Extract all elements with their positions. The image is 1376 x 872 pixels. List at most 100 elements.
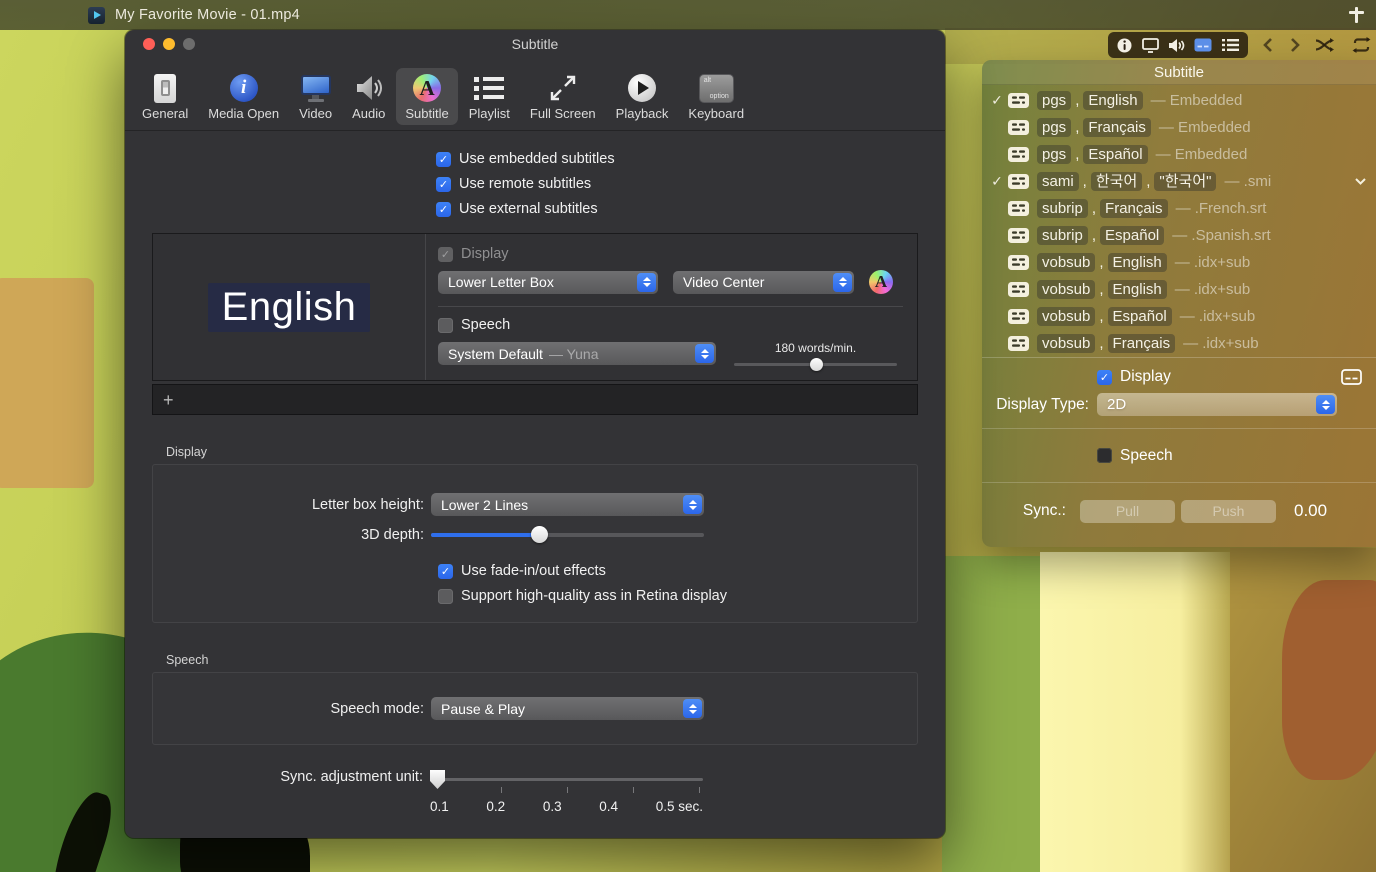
subtitle-track-icon	[1008, 120, 1029, 135]
info-circle-icon: i	[229, 73, 258, 103]
subtitle-track-row[interactable]: vobsub, English — .idx+sub	[982, 276, 1376, 303]
stepper-icon	[1316, 395, 1335, 414]
video-titlebar[interactable]: My Favorite Movie - 01.mp4	[0, 0, 1376, 30]
subtitle-track-row[interactable]: ✓ pgs, English — Embedded	[982, 87, 1376, 114]
rainbow-a-icon: A	[413, 73, 442, 103]
toolbar-item-subtitle[interactable]: A Subtitle	[396, 68, 458, 125]
track-source: — .idx+sub	[1174, 281, 1251, 298]
toolbar-item-general[interactable]: General	[133, 68, 197, 125]
toolbar-item-media-open[interactable]: i Media Open	[199, 68, 288, 125]
preview-speech-checkbox[interactable]: Speech	[438, 317, 903, 333]
checkbox-unchecked-icon	[438, 317, 453, 333]
prefs-toolbar: General i Media Open Video Audio A Subti…	[125, 58, 945, 131]
checkbox-checked-icon: ✓	[436, 151, 451, 167]
switch-icon	[154, 73, 177, 103]
font-panel-icon[interactable]: A	[869, 270, 893, 294]
subtitle-track-icon	[1008, 147, 1029, 162]
toolbar-item-keyboard[interactable]: alt option Keyboard	[679, 68, 753, 125]
subtitle-track-row[interactable]: subrip, Español — .Spanish.srt	[982, 222, 1376, 249]
bg-tan-block	[0, 278, 94, 488]
pin-icon[interactable]	[1348, 7, 1364, 23]
track-format: vobsub	[1037, 280, 1096, 299]
use-external-subtitles-checkbox[interactable]: ✓ Use external subtitles	[436, 201, 945, 217]
chevron-down-icon[interactable]	[1355, 178, 1366, 185]
track-language: Français	[1100, 199, 1168, 218]
subtitle-preview-area: English	[153, 234, 426, 380]
panel-display-checkbox[interactable]: ✓ Display	[1097, 368, 1171, 386]
words-per-min-slider[interactable]	[734, 358, 897, 371]
bg-yellow-glow	[1040, 552, 1240, 872]
speech-voice-popup[interactable]: System Default — Yuna	[438, 342, 716, 365]
track-source: — Embedded	[1150, 92, 1243, 109]
track-source: — .Spanish.srt	[1172, 227, 1271, 244]
letterbox-height-popup[interactable]: Lower 2 Lines	[431, 493, 704, 516]
previous-icon[interactable]	[1262, 37, 1274, 53]
display-type-popup[interactable]: 2D	[1097, 393, 1337, 416]
subtitle-track-icon	[1008, 255, 1029, 270]
diagonal-arrows-icon	[549, 73, 577, 103]
subtitle-track-panel: Subtitle ✓ pgs, English — Embedded pgs, Franç…	[982, 60, 1376, 547]
track-language: English	[1107, 253, 1167, 272]
subtitle-track-icon	[1008, 309, 1029, 324]
checkbox-checked-icon: ✓	[438, 246, 453, 262]
speech-section-box: Speech mode: Pause & Play	[152, 672, 918, 745]
speech-mode-label: Speech mode:	[330, 700, 424, 717]
retina-ass-checkbox[interactable]: Support high-quality ass in Retina displ…	[438, 588, 917, 604]
panel-speech-checkbox[interactable]: Speech	[1097, 447, 1173, 465]
subtitle-align-popup[interactable]: Video Center	[673, 270, 854, 294]
info-icon[interactable]	[1117, 38, 1132, 53]
toolbar-item-playlist[interactable]: Playlist	[460, 68, 519, 125]
toolbar-item-video[interactable]: Video	[290, 68, 341, 125]
subtitle-track-row[interactable]: ✓ sami, 한국어, "한국어" — .smi	[982, 168, 1376, 195]
checkbox-checked-icon: ✓	[436, 201, 451, 217]
slider-thumb[interactable]	[531, 526, 549, 543]
playlist-icon[interactable]	[1221, 38, 1239, 52]
track-format: pgs	[1037, 91, 1072, 110]
track-source: — .smi	[1224, 173, 1272, 190]
track-source: — Embedded	[1158, 119, 1251, 136]
subtitle-track-icon	[1008, 93, 1029, 108]
track-format: vobsub	[1037, 334, 1096, 353]
toolbar-item-audio[interactable]: Audio	[343, 68, 394, 125]
repeat-icon[interactable]	[1351, 37, 1372, 53]
movist-play-icon	[88, 6, 105, 24]
use-remote-subtitles-checkbox[interactable]: ✓ Use remote subtitles	[436, 176, 945, 192]
toolbar-item-playback[interactable]: Playback	[607, 68, 678, 125]
subtitle-track-row[interactable]: pgs, Français — Embedded	[982, 114, 1376, 141]
playback-nav-icons	[1258, 32, 1376, 58]
sync-push-button[interactable]: Push	[1181, 499, 1276, 523]
volume-icon[interactable]	[1168, 38, 1185, 53]
track-format: pgs	[1037, 145, 1072, 164]
next-icon[interactable]	[1289, 37, 1301, 53]
subtitle-track-row[interactable]: vobsub, English — .idx+sub	[982, 249, 1376, 276]
fade-effects-checkbox[interactable]: ✓ Use fade-in/out effects	[438, 563, 917, 579]
speaker-icon	[355, 73, 383, 103]
track-language: Español	[1100, 226, 1165, 245]
preview-display-checkbox[interactable]: ✓ Display	[438, 246, 903, 262]
speech-section-title: Speech	[166, 653, 209, 667]
sync-pull-button[interactable]: Pull	[1080, 499, 1175, 523]
track-format: vobsub	[1037, 307, 1096, 326]
shuffle-icon[interactable]	[1315, 37, 1336, 53]
subtitle-track-row[interactable]: subrip, Français — .French.srt	[982, 195, 1376, 222]
subtitle-track-row[interactable]: vobsub, Español — .idx+sub	[982, 303, 1376, 330]
letterbox-position-popup[interactable]: Lower Letter Box	[438, 270, 658, 294]
toolbar-item-full-screen[interactable]: Full Screen	[521, 68, 605, 125]
display-type-label: Display Type:	[996, 395, 1089, 413]
subtitle-track-row[interactable]: pgs, Español — Embedded	[982, 141, 1376, 168]
checkbox-checked-icon: ✓	[436, 176, 451, 192]
sync-unit-tick-labels: 0.1 0.2 0.3 0.4 0.5 sec.	[430, 799, 703, 814]
subtitle-track-row[interactable]: vobsub, Français — .idx+sub	[982, 330, 1376, 357]
display-icon[interactable]	[1141, 37, 1159, 53]
track-source: — .idx+sub	[1179, 308, 1256, 325]
subtitle-icon[interactable]	[1194, 38, 1212, 52]
add-button[interactable]: +	[163, 391, 174, 409]
prefs-titlebar[interactable]: Subtitle	[125, 30, 945, 58]
3d-depth-slider[interactable]	[431, 526, 704, 543]
stepper-icon	[683, 699, 702, 718]
sync-unit-slider[interactable]: 0.1 0.2 0.3 0.4 0.5 sec.	[430, 769, 703, 814]
checkbox-checked-icon: ✓	[438, 563, 453, 579]
speech-mode-popup[interactable]: Pause & Play	[431, 697, 704, 720]
use-embedded-subtitles-checkbox[interactable]: ✓ Use embedded subtitles	[436, 151, 945, 167]
slider-thumb[interactable]	[809, 358, 823, 371]
